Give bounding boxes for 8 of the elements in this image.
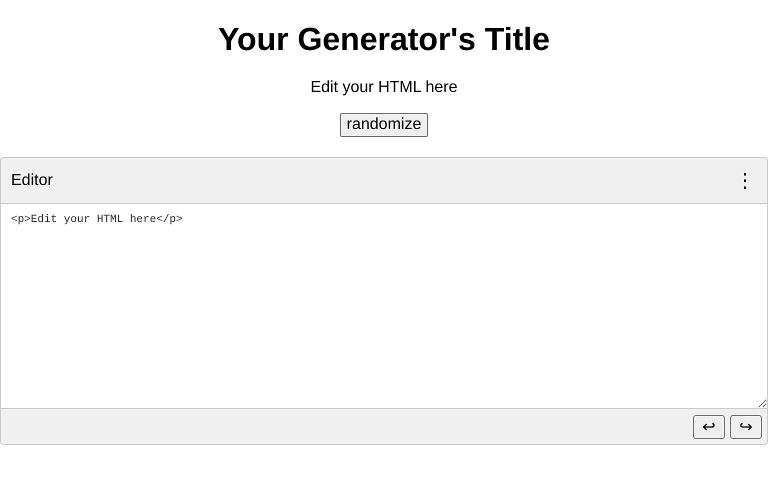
undo-button[interactable]: ↩ [693,414,725,438]
preview-text: Edit your HTML here [309,79,458,97]
randomize-button[interactable]: randomize [340,113,428,137]
redo-button[interactable]: ↪ [730,414,762,438]
code-editor[interactable]: <p>Edit your HTML here</p> [0,204,768,408]
page-title: Your Generator's Title [217,20,551,58]
menu-button[interactable]: ⋮ [733,170,757,192]
editor-title: Editor [11,172,53,190]
